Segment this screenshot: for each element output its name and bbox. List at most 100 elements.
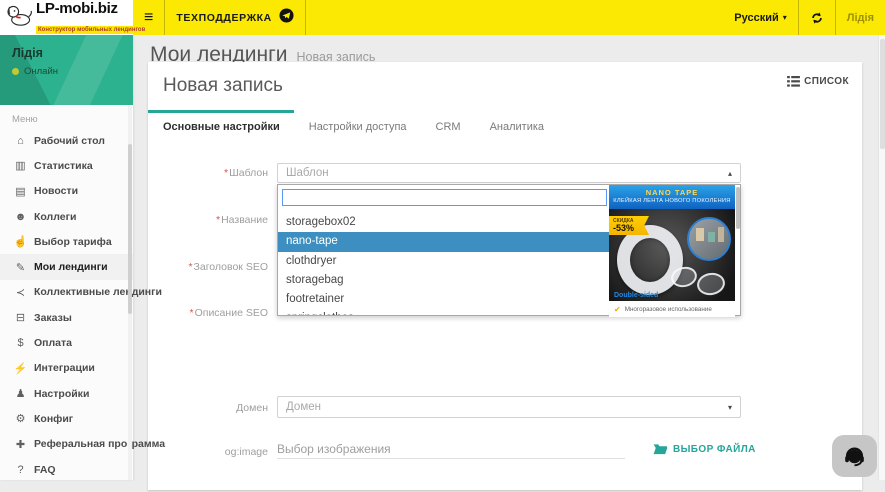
sidebar-user-panel: Лідія Онлайн — [0, 35, 133, 105]
dropdown-option[interactable]: springclothes — [278, 309, 611, 315]
preview-inset-photo — [687, 217, 731, 261]
settings-icon: ♟ — [13, 387, 28, 400]
dropdown-search-input[interactable] — [282, 189, 607, 206]
domain-select[interactable]: Домен ▾ — [277, 396, 741, 418]
dog-logo-icon — [6, 3, 32, 32]
sidebar-item-label: Коллективные лендинги — [34, 286, 162, 298]
dropdown-option[interactable]: clothdryer — [278, 252, 611, 271]
chevron-down-icon: ▾ — [783, 13, 787, 22]
domain-select-placeholder: Домен — [286, 401, 728, 413]
sidebar-item[interactable]: ☻ Коллеги — [0, 204, 133, 229]
dropdown-option[interactable]: storagebag — [278, 271, 611, 290]
dashboard-icon: ⌂ — [13, 135, 28, 147]
sidebar-item-label: Заказы — [34, 312, 72, 324]
seo-title-field-label: Заголовок SEO — [148, 261, 268, 273]
tab-0[interactable]: Основные настройки — [148, 110, 294, 142]
sidebar-item-label: Новости — [34, 185, 78, 197]
sidebar-item[interactable]: ⚡ Интеграции — [0, 356, 133, 381]
dropdown-scrollbar-thumb[interactable] — [736, 187, 740, 229]
sidebar-item-label: Мои лендинги — [34, 261, 108, 273]
faq-icon: ? — [13, 464, 28, 476]
sidebar-item-label: Коллеги — [34, 211, 76, 223]
sidebar-item[interactable]: ⌂ Рабочий стол — [0, 128, 133, 153]
list-button-label: список — [804, 76, 849, 87]
sidebar-item-label: Рабочий стол — [34, 135, 105, 147]
sidebar-item-label: Настройки — [34, 388, 89, 400]
tab-2[interactable]: CRM — [421, 110, 475, 142]
menu-section-label: Меню — [0, 105, 133, 128]
template-select[interactable]: Шаблон ▴ — [277, 163, 741, 183]
refresh-button[interactable] — [799, 0, 835, 35]
refresh-icon — [810, 11, 824, 25]
list-button[interactable]: список — [787, 76, 849, 87]
name-field-label: Название — [148, 214, 268, 226]
seo-description-field-label: Описание SEO — [148, 307, 268, 319]
sidebar-item[interactable]: ⊟ Заказы — [0, 305, 133, 330]
page-scrollbar[interactable] — [878, 35, 885, 480]
tab-3[interactable]: Аналитика — [475, 110, 558, 142]
online-status-label: Онлайн — [24, 66, 58, 77]
sidebar-item[interactable]: $ Оплата — [0, 330, 133, 355]
sidebar: Лідія Онлайн Меню ⌂ Рабочий стол ▥ Стати… — [0, 35, 133, 480]
support-chat-widget[interactable] — [832, 435, 877, 477]
form: Шаблон Шаблон ▴ Название Заголовок SEO О… — [148, 142, 862, 492]
sidebar-item[interactable]: ≺ Коллективные лендинги — [0, 280, 133, 305]
sidebar-item-label: Конфиг — [34, 413, 73, 425]
sidebar-item[interactable]: ? FAQ — [0, 457, 133, 482]
list-icon — [787, 76, 800, 87]
og-image-field-label: og:image — [148, 446, 268, 458]
hamburger-menu-icon[interactable]: ≡ — [133, 0, 164, 35]
news-icon: ▤ — [13, 185, 28, 198]
sidebar-item-label: Реферальная программа — [34, 438, 165, 450]
config-icon: ⚙ — [13, 412, 28, 425]
dropdown-option[interactable]: footretainer — [278, 290, 611, 309]
headset-icon — [841, 443, 868, 469]
topbar-username[interactable]: Лідія — [836, 0, 885, 35]
logo[interactable]: LP-mobi.biz Конструктор мобильных лендин… — [0, 0, 133, 35]
folder-icon — [653, 443, 668, 455]
tariff-icon: ☝ — [13, 235, 28, 248]
telegram-icon — [279, 8, 294, 28]
domain-field-label: Домен — [148, 402, 268, 414]
main-content: Мои лендинги Новая запись Новая запись с… — [133, 35, 885, 480]
statistics-icon: ▥ — [13, 159, 28, 172]
page-scrollbar-thumb[interactable] — [880, 39, 885, 149]
template-field-label: Шаблон — [148, 167, 268, 179]
dropdown-option[interactable]: storagebox02 — [278, 213, 611, 232]
sidebar-item[interactable]: ✚ Реферальная программа — [0, 432, 133, 457]
sidebar-item-label: Интеграции — [34, 362, 95, 374]
sidebar-scrollbar[interactable] — [128, 106, 132, 480]
sidebar-item[interactable]: ⚙ Конфиг — [0, 406, 133, 431]
og-image-input[interactable] — [277, 439, 625, 459]
online-status-dot — [12, 68, 19, 75]
my-landings-icon: ✎ — [13, 261, 28, 274]
tab-1[interactable]: Настройки доступа — [294, 110, 421, 142]
sidebar-item-label: FAQ — [34, 464, 56, 476]
sidebar-item[interactable]: ♟ Настройки — [0, 381, 133, 406]
topbar: LP-mobi.biz Конструктор мобильных лендин… — [0, 0, 885, 35]
sidebar-scrollbar-thumb[interactable] — [128, 144, 132, 314]
sidebar-item[interactable]: ▤ Новости — [0, 179, 133, 204]
logo-tagline: Конструктор мобильных лендингов — [36, 26, 147, 34]
choose-file-button[interactable]: выбор файла — [653, 443, 756, 455]
sidebar-item[interactable]: ✎ Мои лендинги — [0, 254, 133, 279]
sidebar-user-name: Лідія — [12, 46, 121, 60]
orders-icon: ⊟ — [13, 311, 28, 324]
template-dropdown: storagebox02nano-tapeclothdryerstorageba… — [277, 184, 741, 316]
integrations-icon: ⚡ — [13, 362, 28, 375]
sidebar-item-label: Выбор тарифа — [34, 236, 112, 248]
dropdown-option[interactable]: nano-tape — [278, 232, 611, 251]
card-title: Новая запись — [163, 75, 847, 97]
sidebar-item[interactable]: ▥ Статистика — [0, 153, 133, 178]
referral-icon: ✚ — [13, 438, 28, 451]
preview-subtitle: КЛЕЙКАЯ ЛЕНТА НОВОГО ПОКОЛЕНИЯ — [609, 198, 735, 204]
payment-icon: $ — [13, 337, 28, 349]
logo-title: LP-mobi.biz — [36, 0, 118, 17]
language-selector[interactable]: Русский ▾ — [723, 0, 797, 35]
sidebar-menu: ⌂ Рабочий стол ▥ Статистика ▤ Новости ☻ … — [0, 128, 133, 482]
chevron-down-icon: ▾ — [728, 403, 732, 412]
support-link[interactable]: ТЕХПОДДЕРЖКА — [165, 0, 305, 35]
sidebar-item[interactable]: ☝ Выбор тарифа — [0, 229, 133, 254]
template-select-placeholder: Шаблон — [286, 167, 728, 179]
preview-feature-text: Многоразовое использование — [625, 306, 712, 313]
